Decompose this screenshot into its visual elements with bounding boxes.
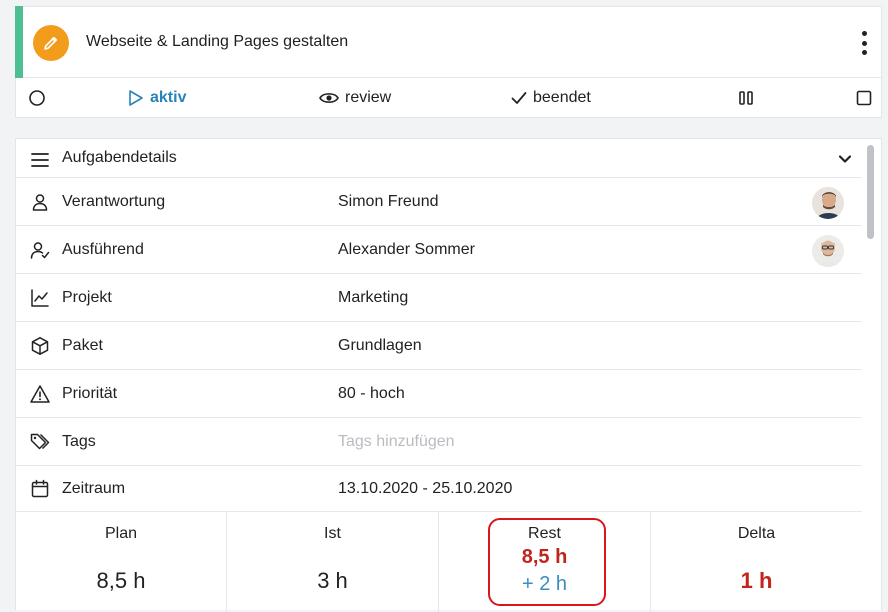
detail-row-responsibility[interactable]: Verantwortung Simon Freund <box>16 178 862 226</box>
detail-row-period[interactable]: Zeitraum 13.10.2020 - 25.10.2020 <box>16 466 862 511</box>
play-icon <box>129 90 143 106</box>
status-done-button[interactable]: beendet <box>511 78 591 118</box>
stat-plan: Plan 8,5 h <box>16 512 227 612</box>
status-active-button[interactable]: aktiv <box>128 78 186 118</box>
status-bar: aktiv review beendet <box>16 78 881 118</box>
avatar-photo-simon <box>812 187 844 219</box>
more-vertical-icon[interactable] <box>857 31 871 55</box>
chevron-down-icon[interactable] <box>836 150 854 168</box>
status-done-label: beendet <box>533 89 591 106</box>
detail-label: Priorität <box>62 384 118 402</box>
package-icon <box>31 337 49 355</box>
detail-row-tags[interactable]: Tags Tags hinzufügen <box>16 418 862 466</box>
tags-input[interactable]: Tags hinzufügen <box>338 433 455 451</box>
detail-label: Ausführend <box>62 240 144 258</box>
detail-value[interactable]: Grundlagen <box>338 337 422 355</box>
detail-label: Verantwortung <box>62 192 166 210</box>
detail-row-project[interactable]: Projekt Marketing <box>16 274 862 322</box>
status-active-label: aktiv <box>150 89 187 106</box>
detail-value[interactable]: Alexander Sommer <box>338 241 475 259</box>
stat-actual-label: Ist <box>324 525 341 542</box>
detail-value[interactable]: 13.10.2020 - 25.10.2020 <box>338 480 512 498</box>
avatar[interactable] <box>812 235 844 267</box>
calendar-icon <box>31 479 49 498</box>
status-review-button[interactable]: review <box>319 78 391 118</box>
chart-line-icon <box>31 289 49 307</box>
detail-row-assignee[interactable]: Ausführend Alexander Sommer <box>16 226 862 274</box>
stat-delta-label: Delta <box>737 525 776 542</box>
square-icon <box>856 90 872 106</box>
avatar-photo-alexander <box>812 235 844 267</box>
stat-delta-value: 1 h <box>740 568 773 593</box>
avatar[interactable] <box>812 187 844 219</box>
task-details-card: Aufgabendetails Verantwortung Simon Freu… <box>15 138 882 612</box>
stat-delta: Delta 1 h <box>651 512 862 612</box>
task-title-row: Webseite & Landing Pages gestalten <box>15 6 881 78</box>
task-accent-bar <box>15 6 23 78</box>
alert-triangle-icon <box>30 385 50 403</box>
circle-icon <box>29 90 45 106</box>
pause-button[interactable] <box>738 78 754 118</box>
stat-actual: Ist 3 h <box>227 512 439 612</box>
rest-highlight-frame <box>488 518 606 606</box>
status-open-button[interactable] <box>28 78 46 118</box>
task-header-card: Webseite & Landing Pages gestalten aktiv… <box>15 6 882 118</box>
details-section-header[interactable]: Aufgabendetails <box>16 139 862 178</box>
detail-label: Tags <box>62 432 96 450</box>
detail-label: Paket <box>62 336 103 354</box>
select-checkbox[interactable] <box>856 78 872 118</box>
stat-plan-label: Plan <box>104 525 138 542</box>
time-stats: Plan 8,5 h Ist 3 h Rest 8,5 h + 2 h Delt… <box>16 511 862 612</box>
check-icon <box>511 92 527 104</box>
detail-value[interactable]: Simon Freund <box>338 193 439 211</box>
pencil-icon <box>44 36 58 50</box>
stat-actual-value: 3 h <box>317 568 348 593</box>
details-scrollbar[interactable] <box>867 145 874 239</box>
detail-row-priority[interactable]: Priorität 80 - hoch <box>16 370 862 418</box>
stat-plan-value: 8,5 h <box>96 568 146 593</box>
status-review-label: review <box>345 89 392 106</box>
details-section-title: Aufgabendetails <box>62 149 177 166</box>
task-title[interactable]: Webseite & Landing Pages gestalten <box>86 33 348 51</box>
edit-button[interactable] <box>33 25 69 61</box>
detail-value[interactable]: Marketing <box>338 289 408 307</box>
detail-label: Zeitraum <box>62 479 126 497</box>
pause-icon <box>739 91 753 105</box>
user-icon <box>32 194 48 211</box>
tags-icon <box>30 433 50 450</box>
detail-row-package[interactable]: Paket Grundlagen <box>16 322 862 370</box>
detail-value[interactable]: 80 - hoch <box>338 385 405 403</box>
user-check-icon <box>30 242 50 259</box>
menu-icon <box>31 153 49 167</box>
eye-icon <box>319 93 339 103</box>
detail-label: Projekt <box>62 288 112 306</box>
